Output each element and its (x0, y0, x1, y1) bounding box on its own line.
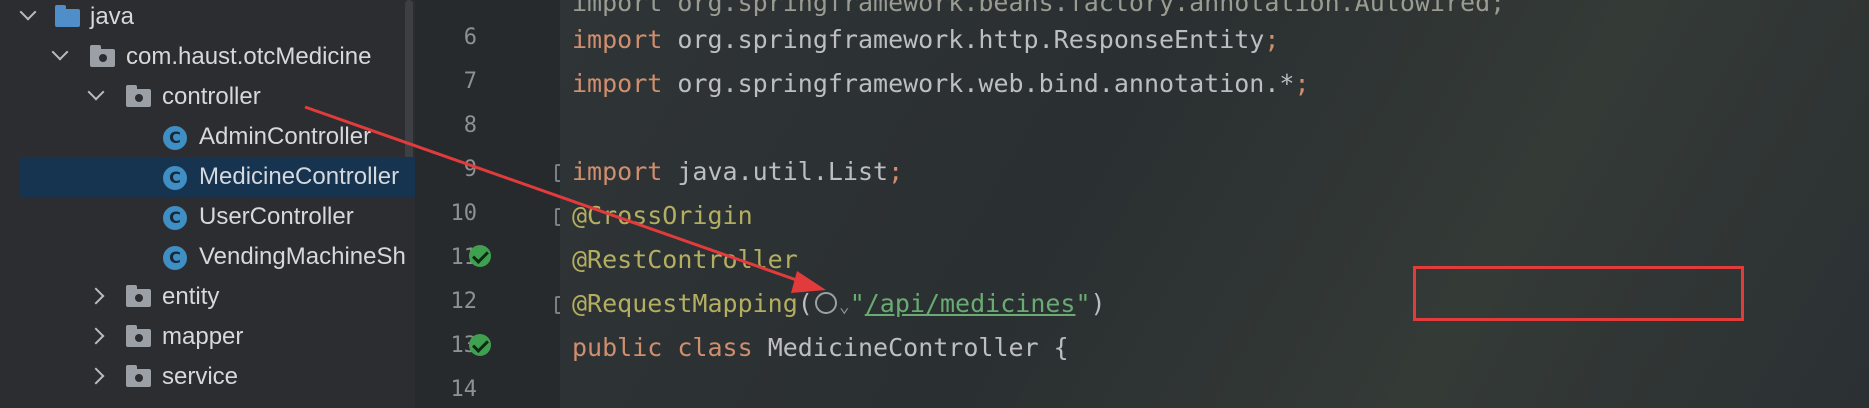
annotation-arrow (304, 105, 826, 293)
arrow-line (304, 105, 806, 285)
arrow-head (791, 271, 826, 293)
